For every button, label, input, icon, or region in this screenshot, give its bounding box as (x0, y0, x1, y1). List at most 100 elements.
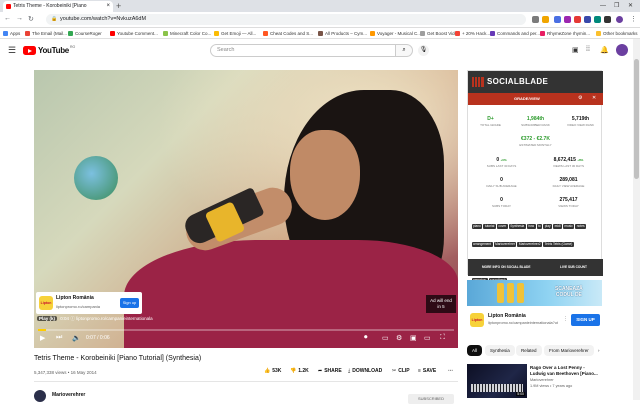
subtitles-icon[interactable]: ▭ (382, 334, 389, 342)
voice-search-button[interactable]: 🎙 (418, 45, 429, 56)
star-icon[interactable] (542, 16, 549, 23)
close-panel-icon[interactable]: ✕ (592, 95, 596, 101)
kebab-menu-icon[interactable]: ⋮ (630, 15, 637, 23)
tag[interactable]: notes (575, 223, 587, 229)
bookmark-item[interactable]: Minecraft Color Co... (163, 28, 211, 39)
youtube-wordmark: YouTube (38, 46, 69, 55)
tag[interactable]: how (526, 223, 536, 229)
url-text: youtube.com/watch?v=NvkuzA6dM (60, 16, 147, 22)
more-options-icon[interactable]: ⋮ (563, 316, 568, 322)
bookmark-item[interactable]: The Email (Mail... (25, 28, 67, 39)
like-button[interactable]: 👍 53K (264, 368, 281, 374)
tag[interactable]: piano (471, 223, 483, 229)
bookmark-item[interactable]: RhymeZone rhymin... (540, 28, 590, 39)
video-ad-overlay[interactable]: Lipton Lipton România liptonpromo.ro/cam… (36, 292, 142, 314)
tag[interactable]: arrangement (471, 241, 493, 247)
bookmark-item[interactable]: Cheat Codes and S... (263, 28, 313, 39)
channel-avatar[interactable] (34, 390, 46, 402)
extension-icon[interactable] (594, 16, 601, 23)
notifications-bell-icon[interactable]: 🔔 (600, 46, 609, 54)
recommended-title[interactable]: Rago Over a Lost Penny - Ludwig van Beet… (530, 365, 598, 376)
bookmark-item[interactable]: + 20% Hack... (455, 28, 490, 39)
search-input[interactable]: Search (210, 44, 396, 57)
bookmark-item[interactable]: Voyager - Musical C... (370, 28, 421, 39)
side-ad-card[interactable]: Lipton Lipton România liptonpromo.ro/cam… (467, 307, 602, 334)
chip-from-channel[interactable]: From Marioverehrer (544, 345, 594, 356)
clip-button[interactable]: ✂ CLIP (392, 368, 410, 374)
settings-gear-icon[interactable]: ⚙ (578, 95, 582, 101)
close-tab-icon[interactable]: × (106, 1, 110, 12)
tag[interactable]: Marioverehrer (493, 241, 517, 247)
tag[interactable]: to (536, 223, 543, 229)
share-icon[interactable] (532, 16, 539, 23)
recommended-thumbnail[interactable]: 5:00 (467, 364, 527, 398)
tag[interactable]: Marioverehrer2 (517, 241, 543, 247)
tag[interactable]: Tetris Tetris (Game) (543, 241, 574, 247)
tag[interactable]: music (562, 223, 575, 229)
back-icon[interactable]: ← (4, 15, 11, 22)
url-field[interactable]: 🔒 youtube.com/watch?v=NvkuzA6dM (46, 14, 526, 25)
create-video-icon[interactable]: ▣ (572, 46, 579, 54)
account-avatar[interactable] (616, 44, 628, 56)
share-button[interactable]: ➦ SHARE (318, 368, 342, 374)
bookmark-item[interactable]: Commands and per... (490, 28, 540, 39)
new-tab-icon[interactable]: + (116, 0, 121, 12)
bookmark-item[interactable]: All Products – Cym... (318, 28, 367, 39)
bookmark-item[interactable]: Get Boost Video (420, 28, 460, 39)
recommended-video[interactable]: 5:00 Rago Over a Lost Penny - Ludwig van… (467, 364, 602, 400)
forward-icon[interactable]: → (16, 15, 23, 22)
side-ad-banner[interactable]: SCANEAZĂ CODUL DE (467, 280, 602, 306)
extension-icon[interactable] (574, 16, 581, 23)
chip-related[interactable]: Related (516, 345, 542, 356)
chip-scroll-right-icon[interactable]: › (596, 345, 602, 356)
dislike-button[interactable]: 👎 1.2K (290, 368, 309, 374)
more-actions-icon[interactable]: ⋯ (448, 368, 453, 374)
next-icon[interactable]: ⏭ (56, 334, 62, 342)
tag[interactable]: tutorial (483, 223, 496, 229)
reload-icon[interactable]: ↻ (28, 15, 34, 23)
bookmark-item[interactable]: Other bookmarks (596, 28, 638, 39)
miniplayer-icon[interactable]: ▣ (410, 334, 417, 342)
bookmark-item[interactable]: Apps (3, 28, 20, 39)
tag[interactable]: Synthesia (508, 223, 526, 229)
bookmark-item[interactable]: Youtube Comment... (110, 28, 158, 39)
chip-synthesia[interactable]: Synthesia (485, 345, 515, 356)
theater-mode-icon[interactable]: ▭ (424, 334, 431, 342)
autoplay-toggle-icon[interactable]: ⏺ (364, 334, 368, 342)
tag[interactable]: play (543, 223, 553, 229)
settings-gear-icon[interactable]: ⚙ (396, 334, 402, 342)
chip-all[interactable]: All (467, 345, 483, 356)
scrollbar-thumb[interactable] (634, 59, 639, 179)
close-window-icon[interactable]: ✕ (628, 0, 633, 12)
maximize-icon[interactable]: ❐ (614, 0, 619, 12)
minimize-icon[interactable]: — (600, 0, 606, 12)
bookmark-item[interactable]: CourseRoger (68, 28, 102, 39)
ad-detail-url[interactable]: liptonpromo.ro/campanieinternationala (76, 316, 153, 321)
extension-icon[interactable] (584, 16, 591, 23)
save-button[interactable]: ≡ SAVE (418, 368, 436, 374)
download-button[interactable]: ⤓ DOWNLOAD (348, 368, 382, 374)
extension-icon[interactable] (564, 16, 571, 23)
recommended-channel[interactable]: Marioverehrer (530, 378, 554, 382)
browser-tab[interactable]: Tetris Theme - Korobeiniki [Piano × (3, 1, 113, 12)
hamburger-menu-icon[interactable]: ☰ (8, 45, 16, 56)
ad-info-icon[interactable]: ⓘ (70, 316, 75, 321)
puzzle-icon[interactable] (604, 16, 611, 23)
extension-icon[interactable] (554, 16, 561, 23)
tag[interactable]: cover (496, 223, 508, 229)
search-button[interactable]: ⌕ (396, 44, 413, 57)
bookmark-item[interactable]: Get Emoji — All... (214, 28, 256, 39)
subscribe-button[interactable]: SUBSCRIBED (408, 394, 454, 404)
channel-name[interactable]: Marioverehrer (52, 392, 85, 398)
fullscreen-icon[interactable]: ⛶ (440, 334, 445, 342)
apps-grid-icon[interactable]: ⁞⁞ (586, 46, 590, 53)
side-ad-sign-up-button[interactable]: SIGN UP (571, 314, 600, 326)
more-info-button[interactable]: MORE INFO ON SOCIAL BLADE (482, 265, 530, 269)
volume-icon[interactable]: 🔈 (72, 334, 81, 342)
ad-sign-up-button[interactable]: Sign up (120, 298, 139, 308)
profile-avatar-icon[interactable] (616, 16, 623, 23)
tag[interactable]: midi (553, 223, 562, 229)
live-sub-count-button[interactable]: LIVE SUB COUNT (560, 265, 587, 269)
play-icon[interactable]: ▶ (40, 334, 45, 342)
page-scrollbar[interactable] (633, 39, 640, 400)
